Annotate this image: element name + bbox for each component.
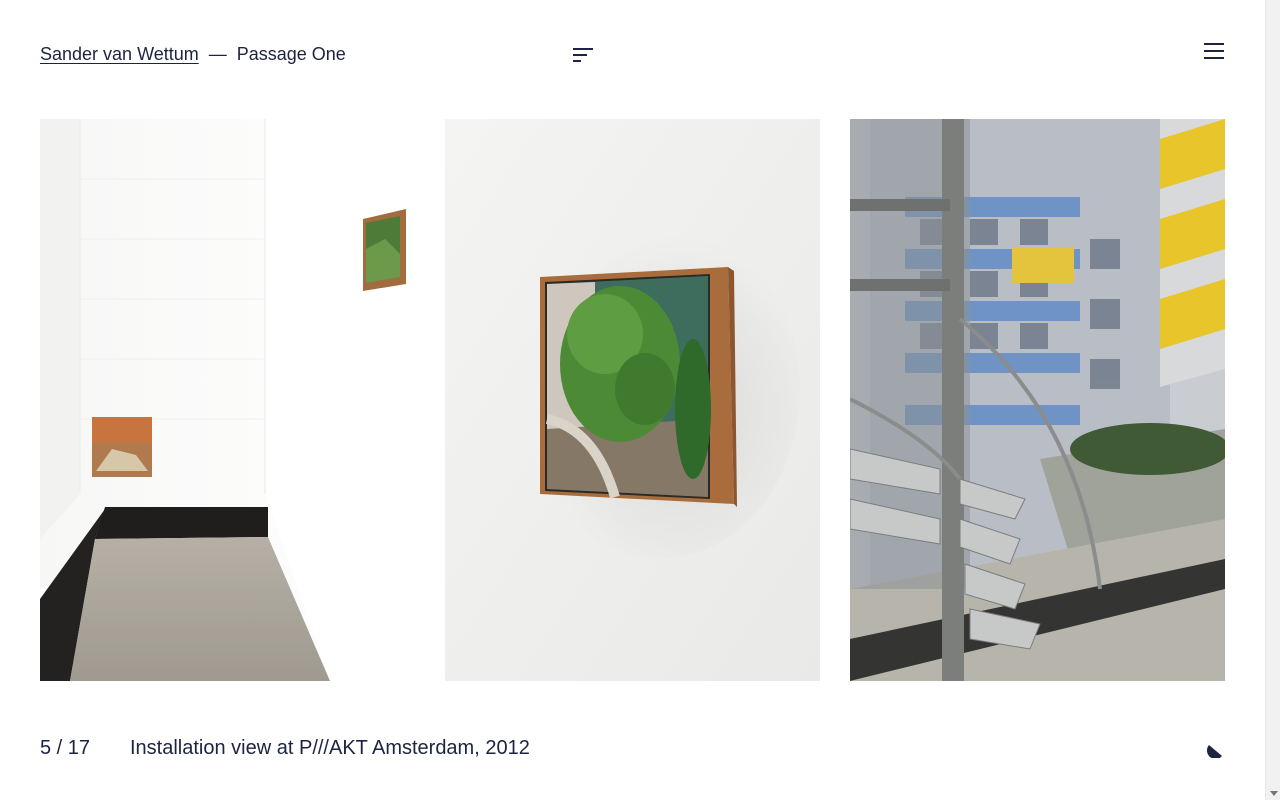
- breadcrumb-separator: —: [208, 44, 227, 64]
- scroll-down-arrow-icon[interactable]: [1270, 791, 1278, 796]
- hamburger-menu-icon[interactable]: [1203, 42, 1225, 60]
- gallery-footer: 5 / 17 Installation view at P///AKT Amst…: [40, 735, 1225, 761]
- installation-corridor-photo[interactable]: [40, 119, 415, 681]
- spiral-staircase-photo[interactable]: [850, 119, 1225, 681]
- framed-shrub-photo[interactable]: [445, 119, 820, 681]
- slide-counter: 5 / 17: [40, 737, 91, 759]
- project-title: Passage One: [236, 44, 346, 64]
- artist-link[interactable]: Sander van Wettum: [40, 44, 199, 64]
- page-scrollbar[interactable]: [1265, 0, 1280, 800]
- photo-caption: Installation view at P///AKT Amsterdam, …: [130, 737, 530, 759]
- half-moon-icon[interactable]: [1206, 739, 1225, 760]
- photo-gallery: [40, 119, 1225, 681]
- site-header: Sander van Wettum — Passage One: [40, 40, 1225, 70]
- breadcrumb: Sander van Wettum — Passage One: [40, 43, 346, 65]
- index-lines-icon[interactable]: [572, 46, 594, 64]
